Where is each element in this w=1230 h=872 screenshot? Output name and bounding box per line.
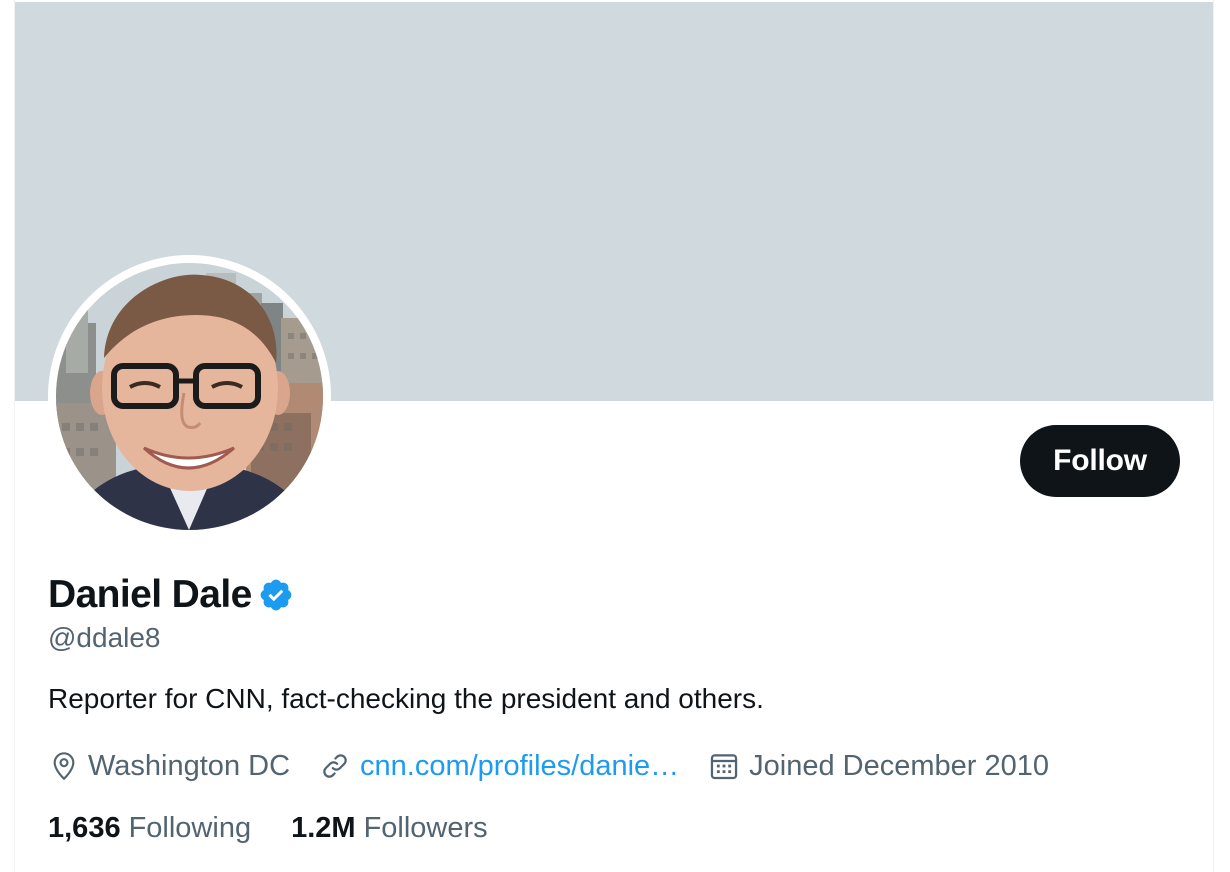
following-stat[interactable]: 1,636 Following bbox=[48, 812, 251, 845]
name-row: Daniel Dale bbox=[48, 572, 294, 618]
location-item: Washington DC bbox=[48, 750, 290, 783]
profile-handle: @ddale8 bbox=[48, 622, 161, 653]
joined-text: Joined December 2010 bbox=[749, 749, 1050, 782]
profile-header: Follow Daniel Dale @ddale8 Reporter for … bbox=[14, 0, 1214, 872]
verified-badge-icon[interactable] bbox=[258, 577, 294, 613]
following-count: 1,636 bbox=[48, 811, 121, 844]
followers-stat[interactable]: 1.2M Followers bbox=[291, 812, 488, 845]
followers-count: 1.2M bbox=[291, 811, 356, 844]
calendar-icon bbox=[710, 754, 738, 780]
website-link[interactable]: cnn.com/profiles/danie… bbox=[360, 750, 679, 783]
link-icon bbox=[323, 754, 347, 778]
avatar-ring bbox=[48, 255, 331, 538]
display-name: Daniel Dale bbox=[48, 573, 252, 616]
following-label: Following bbox=[128, 811, 252, 844]
location-text: Washington DC bbox=[88, 749, 291, 782]
profile-bio: Reporter for CNN, fact-checking the pres… bbox=[48, 683, 764, 714]
avatar[interactable] bbox=[56, 263, 323, 530]
follow-button[interactable]: Follow bbox=[1020, 425, 1180, 497]
location-pin-icon bbox=[53, 752, 75, 781]
follow-stats: 1,636 Following 1.2M Followers bbox=[48, 807, 528, 849]
website-item[interactable]: cnn.com/profiles/danie… bbox=[318, 749, 679, 783]
followers-label: Followers bbox=[363, 811, 488, 844]
profile-meta: Washington DC cnn.com/profiles/danie… Jo… bbox=[48, 745, 1077, 787]
joined-item: Joined December 2010 bbox=[707, 749, 1049, 783]
avatar-photo bbox=[56, 263, 323, 530]
